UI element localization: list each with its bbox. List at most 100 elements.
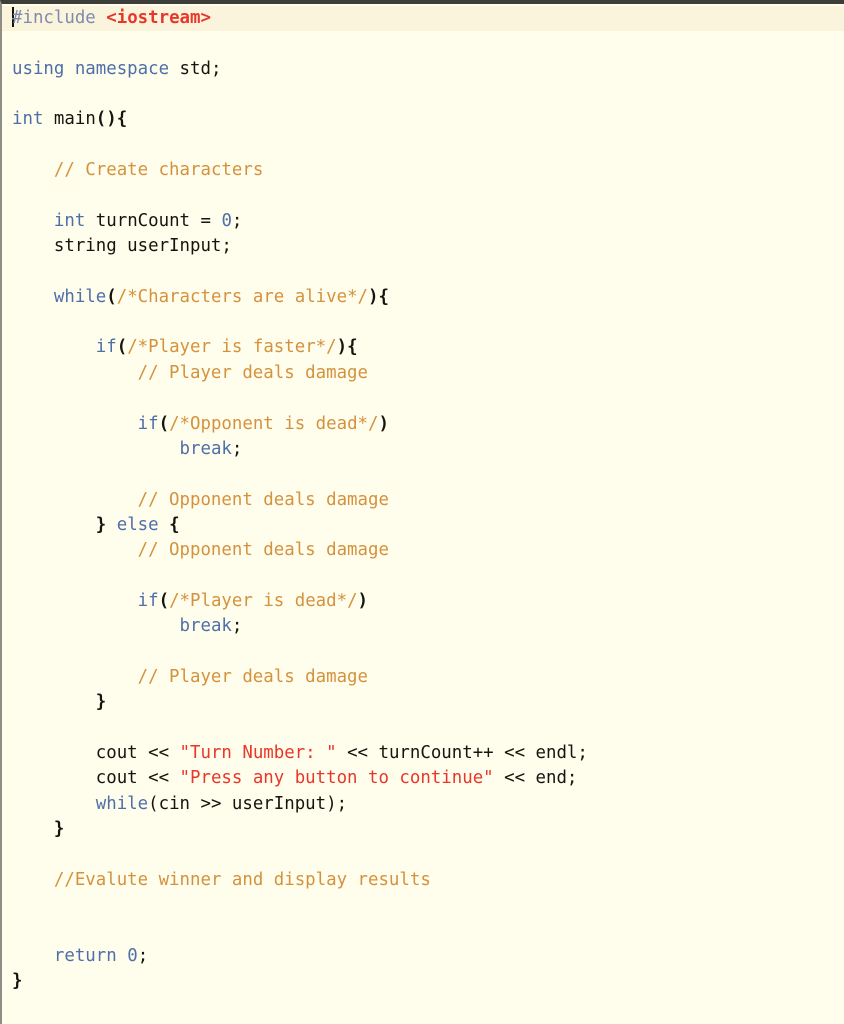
code-line[interactable]: break; <box>2 437 844 462</box>
code-line[interactable]: int main(){ <box>2 107 844 132</box>
code-line[interactable] <box>2 842 844 867</box>
code-line[interactable]: //Evalute winner and display results <box>2 868 844 893</box>
code-line[interactable]: // Player deals damage <box>2 361 844 386</box>
code-token-plain: ; <box>231 438 243 459</box>
code-line[interactable] <box>2 716 844 741</box>
code-line[interactable] <box>2 183 844 208</box>
code-token-plain: << turnCount++ << endl; <box>336 742 588 763</box>
code-token-brace: ( <box>106 286 117 307</box>
code-line[interactable]: if(/*Player is faster*/){ <box>2 335 844 360</box>
code-token-com: // Player deals damage <box>137 666 368 687</box>
code-line[interactable] <box>2 893 844 918</box>
code-token-com: // Opponent deals damage <box>137 489 389 510</box>
code-token-brace: ( <box>158 590 170 611</box>
code-token-kw: while <box>53 286 107 307</box>
code-token-plain: << end; <box>493 768 578 789</box>
code-line[interactable]: } <box>2 817 844 842</box>
code-token-plain: string userInput; <box>12 236 232 257</box>
code-line[interactable]: string userInput; <box>2 234 844 259</box>
code-token-com: /*Characters are alive*/ <box>116 286 369 307</box>
code-token-com: /*Opponent is dead*/ <box>169 413 379 434</box>
code-token-kw: break <box>179 438 232 459</box>
code-token-com: // Opponent deals damage <box>137 540 389 561</box>
code-token-com: // Player deals damage <box>137 362 368 383</box>
code-token-brace: ( <box>158 413 170 434</box>
code-line[interactable]: // Opponent deals damage <box>2 538 844 563</box>
code-token-plain: main <box>53 109 96 130</box>
code-token-plain: ; <box>231 210 243 231</box>
code-token-com: /*Player is dead*/ <box>169 590 358 611</box>
code-token-kw: return <box>53 945 117 966</box>
code-line[interactable] <box>2 386 844 411</box>
code-token-plain: std; <box>169 58 222 79</box>
code-token-brace: ){ <box>336 337 358 358</box>
code-token-kw: using namespace <box>12 58 170 79</box>
code-line[interactable] <box>2 640 844 665</box>
code-token-plain: (cin >> userInput); <box>148 793 348 814</box>
code-token-brace: } <box>53 819 65 839</box>
code-token-com: //Evalute winner and display results <box>53 869 431 890</box>
code-line[interactable]: cout << "Press any button to continue" <… <box>2 766 844 791</box>
code-line[interactable]: } <box>2 690 844 715</box>
code-token-brace: } <box>95 692 107 713</box>
code-token-str: "Turn Number: " <box>179 742 337 763</box>
code-line[interactable]: } <box>2 969 844 994</box>
code-line[interactable] <box>2 994 844 1019</box>
code-line[interactable] <box>2 31 844 56</box>
code-token-brace: { <box>169 514 180 535</box>
code-token-inc: <iostream> <box>106 8 211 28</box>
code-line[interactable]: #include <iostream> <box>2 6 844 32</box>
code-text-area[interactable]: #include <iostream> using namespace std;… <box>2 4 844 1020</box>
code-line[interactable]: // Player deals damage <box>2 665 844 690</box>
code-token-brace: } <box>95 514 107 535</box>
code-token-kw: int <box>12 109 44 130</box>
code-line[interactable]: while(cin >> userInput); <box>2 792 844 817</box>
code-editor-pane[interactable]: #include <iostream> using namespace std;… <box>0 0 844 1024</box>
code-line[interactable]: return 0; <box>2 944 844 969</box>
code-token-plain: ; <box>231 616 243 637</box>
code-line[interactable]: int turnCount = 0; <box>2 209 844 234</box>
code-line[interactable] <box>2 82 844 107</box>
code-line[interactable] <box>2 918 844 943</box>
code-line[interactable]: // Opponent deals damage <box>2 488 844 513</box>
code-line[interactable]: cout << "Turn Number: " << turnCount++ <… <box>2 741 844 766</box>
code-line[interactable] <box>2 133 844 158</box>
code-line[interactable]: using namespace std; <box>2 57 844 82</box>
code-line[interactable]: } else { <box>2 513 844 538</box>
code-token-plain: ; <box>137 945 149 966</box>
code-line[interactable]: // Create characters <box>2 158 844 183</box>
code-line[interactable] <box>2 259 844 284</box>
code-line[interactable]: if(/*Opponent is dead*/) <box>2 412 844 437</box>
code-line[interactable]: if(/*Player is dead*/) <box>2 589 844 614</box>
code-token-brace: ) <box>357 590 369 611</box>
code-line[interactable]: break; <box>2 614 844 639</box>
code-token-com: /*Player is faster*/ <box>127 337 337 358</box>
code-line[interactable] <box>2 462 844 487</box>
code-line[interactable]: while(/*Characters are alive*/){ <box>2 285 844 310</box>
code-line[interactable] <box>2 310 844 335</box>
code-token-brace: ){ <box>368 286 389 307</box>
code-token-kw: else <box>116 514 159 535</box>
code-token-plain: turnCount = <box>85 210 222 231</box>
code-token-str: "Press any button to continue" <box>179 768 494 789</box>
code-token-plain: cout << <box>12 742 180 763</box>
code-token-brace: } <box>12 971 23 992</box>
code-line[interactable] <box>2 564 844 589</box>
code-token-kw: if <box>137 590 159 611</box>
